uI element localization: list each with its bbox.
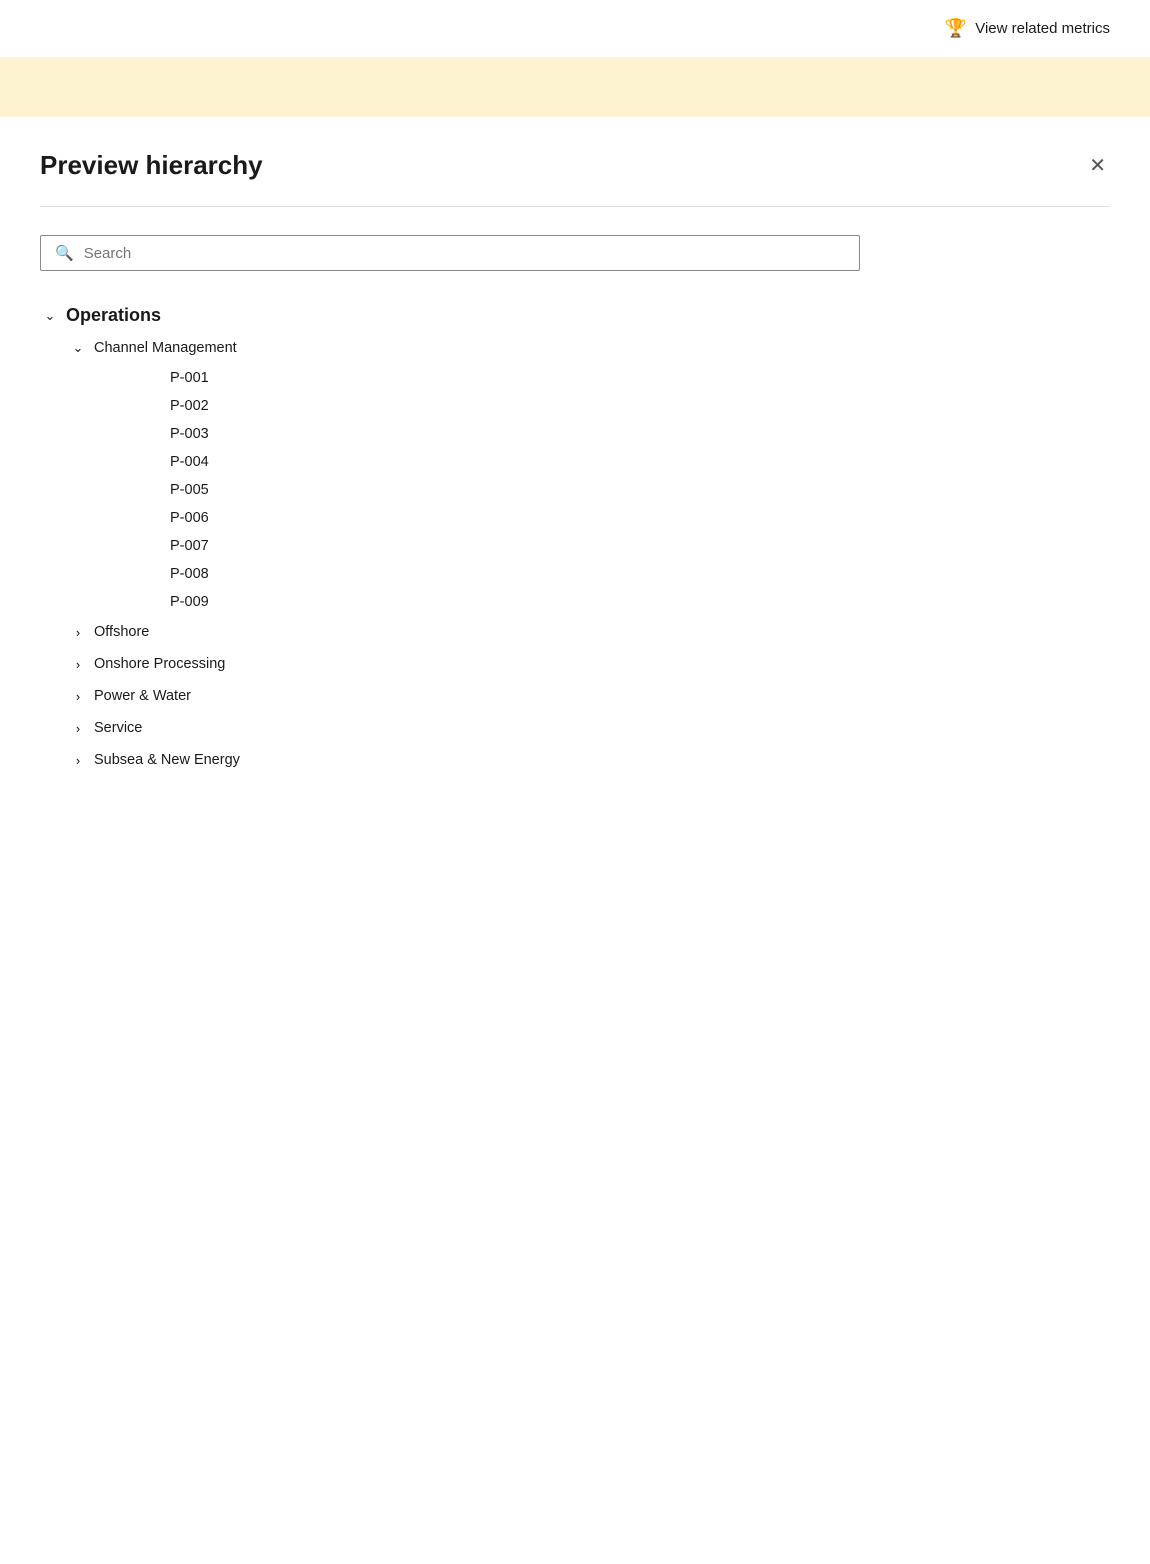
- close-button[interactable]: ✕: [1085, 149, 1110, 182]
- list-item[interactable]: P-007: [40, 532, 1110, 560]
- search-icon: 🔍: [55, 244, 74, 262]
- tree-item-subsea-new-energy[interactable]: › Subsea & New Energy: [40, 744, 1110, 776]
- item-label: P-008: [170, 566, 209, 582]
- yellow-banner: [0, 57, 1150, 117]
- chevron-right-icon: ›: [68, 686, 88, 706]
- list-item[interactable]: P-004: [40, 448, 1110, 476]
- chevron-down-icon: ⌄: [40, 306, 60, 326]
- tree-item-service[interactable]: › Service: [40, 712, 1110, 744]
- item-label: P-002: [170, 398, 209, 414]
- tree-item-onshore-processing[interactable]: › Onshore Processing: [40, 648, 1110, 680]
- item-label: P-006: [170, 510, 209, 526]
- chevron-down-icon: ⌄: [68, 338, 88, 358]
- service-label: Service: [94, 720, 142, 736]
- item-label: P-003: [170, 426, 209, 442]
- search-input[interactable]: [84, 245, 845, 262]
- item-label: P-004: [170, 454, 209, 470]
- top-bar: 🏆 View related metrics: [0, 0, 1150, 57]
- panel-title: Preview hierarchy: [40, 150, 263, 181]
- operations-label: Operations: [66, 305, 161, 326]
- view-metrics-label: View related metrics: [975, 20, 1110, 37]
- hierarchy-tree: ⌄ Operations ⌄ Channel Management P-001 …: [40, 299, 1110, 776]
- power-water-label: Power & Water: [94, 688, 191, 704]
- subsea-new-energy-label: Subsea & New Energy: [94, 752, 240, 768]
- channel-management-label: Channel Management: [94, 340, 237, 356]
- item-label: P-005: [170, 482, 209, 498]
- list-item[interactable]: P-001: [40, 364, 1110, 392]
- chevron-right-icon: ›: [68, 718, 88, 738]
- item-label: P-001: [170, 370, 209, 386]
- chevron-right-icon: ›: [68, 750, 88, 770]
- tree-item-channel-management[interactable]: ⌄ Channel Management: [40, 332, 1110, 364]
- view-metrics-button[interactable]: 🏆 View related metrics: [945, 18, 1110, 39]
- tree-item-offshore[interactable]: › Offshore: [40, 616, 1110, 648]
- list-item[interactable]: P-005: [40, 476, 1110, 504]
- list-item[interactable]: P-003: [40, 420, 1110, 448]
- preview-hierarchy-panel: Preview hierarchy ✕ 🔍 ⌄ Operations ⌄ Cha…: [0, 117, 1150, 1417]
- tree-item-power-water[interactable]: › Power & Water: [40, 680, 1110, 712]
- offshore-label: Offshore: [94, 624, 149, 640]
- tree-item-operations[interactable]: ⌄ Operations: [40, 299, 1110, 332]
- item-label: P-009: [170, 594, 209, 610]
- list-item[interactable]: P-009: [40, 588, 1110, 616]
- list-item[interactable]: P-002: [40, 392, 1110, 420]
- divider: [40, 206, 1110, 207]
- close-icon: ✕: [1089, 153, 1106, 178]
- trophy-icon: 🏆: [945, 18, 967, 39]
- chevron-right-icon: ›: [68, 622, 88, 642]
- list-item[interactable]: P-008: [40, 560, 1110, 588]
- item-label: P-007: [170, 538, 209, 554]
- panel-header: Preview hierarchy ✕: [40, 149, 1110, 182]
- list-item[interactable]: P-006: [40, 504, 1110, 532]
- chevron-right-icon: ›: [68, 654, 88, 674]
- search-box[interactable]: 🔍: [40, 235, 860, 271]
- onshore-processing-label: Onshore Processing: [94, 656, 225, 672]
